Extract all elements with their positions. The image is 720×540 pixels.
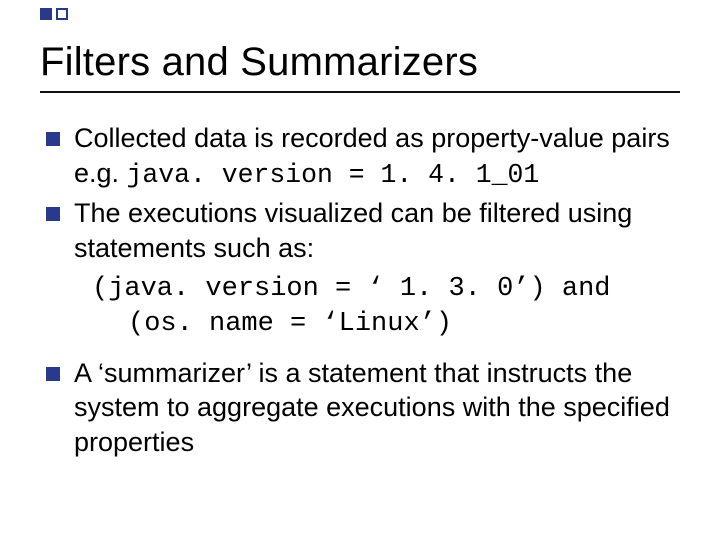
slide-title: Filters and Summarizers	[40, 40, 680, 85]
slide: Filters and Summarizers Collected data i…	[0, 0, 720, 540]
list-item: Collected data is recorded as property-v…	[46, 121, 680, 192]
decorative-squares	[40, 8, 68, 20]
bullet-list: A ‘summarizer’ is a statement that instr…	[40, 356, 680, 460]
code-block: (java. version = ‘ 1. 3. 0’) and (os. na…	[92, 272, 680, 342]
bullet-square-icon	[46, 367, 60, 381]
bullet-square-icon	[46, 132, 60, 146]
title-divider	[40, 91, 680, 93]
bullet-text: The executions visualized can be filtere…	[74, 196, 680, 265]
code-line: (java. version = ‘ 1. 3. 0’) and	[92, 272, 680, 307]
bullet-list: Collected data is recorded as property-v…	[40, 121, 680, 266]
bullet-text: Collected data is recorded as property-v…	[74, 121, 680, 192]
bullet-pre: A ‘summarizer’ is a statement that instr…	[74, 358, 670, 457]
list-item: A ‘summarizer’ is a statement that instr…	[46, 356, 680, 460]
bullet-code: java. version = 1. 4. 1_01	[127, 160, 540, 190]
list-item: The executions visualized can be filtere…	[46, 196, 680, 265]
square-outline-icon	[56, 8, 68, 20]
bullet-pre: The executions visualized can be filtere…	[74, 198, 632, 263]
square-icon	[40, 8, 52, 20]
code-line: (os. name = ‘Linux’)	[92, 307, 680, 342]
bullet-square-icon	[46, 207, 60, 221]
bullet-text: A ‘summarizer’ is a statement that instr…	[74, 356, 680, 460]
